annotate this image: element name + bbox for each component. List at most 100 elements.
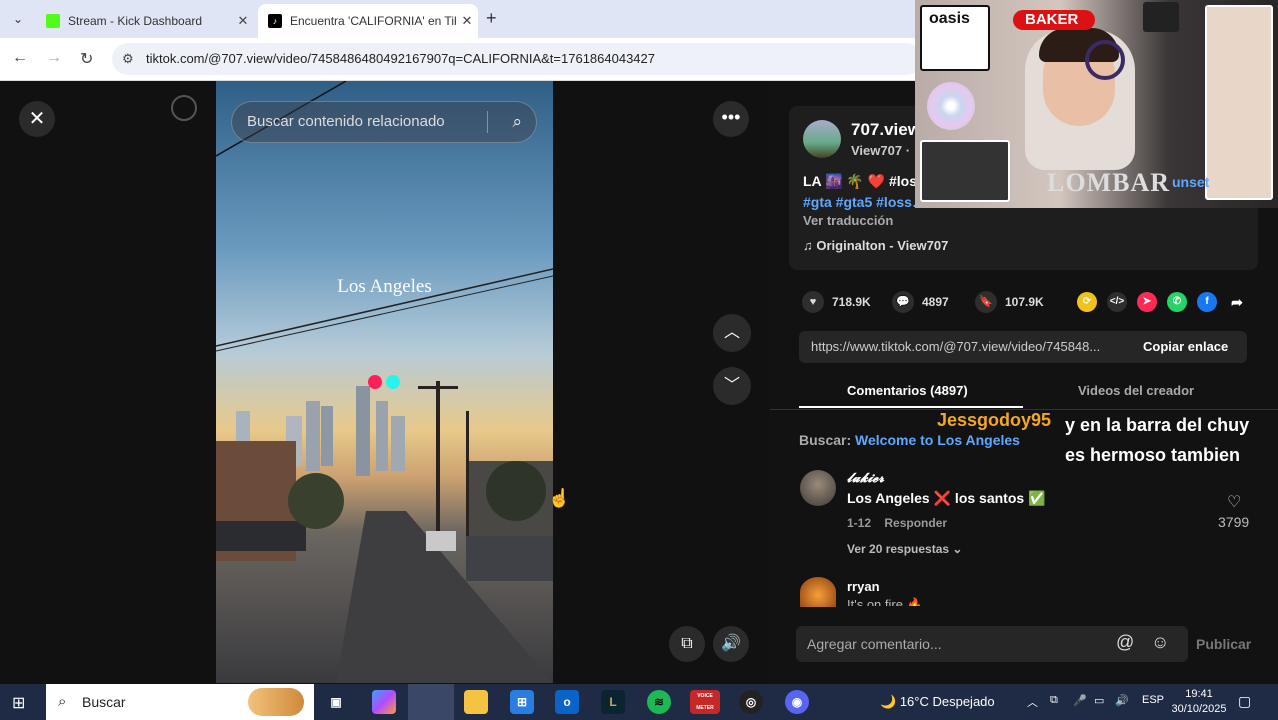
music-link[interactable]: ♫ Originalton - View707 xyxy=(803,238,948,253)
stream-chat-username: Jessgodoy95 xyxy=(937,410,1052,430)
view-replies-button[interactable]: Ver 20 respuestas ⌄ xyxy=(847,542,962,556)
weather-widget[interactable]: 🌙 16°C Despejado xyxy=(880,694,995,710)
comment-stat[interactable]: 💬 4897 xyxy=(892,291,949,313)
network-icon[interactable]: ▭ xyxy=(1094,694,1104,707)
partial-hashtag-text: unset xyxy=(1172,174,1210,190)
save-stat[interactable]: 🔖 107.9K xyxy=(975,291,1044,313)
spotify-icon[interactable]: ≋ xyxy=(647,690,671,714)
photo-sticker xyxy=(920,140,1010,202)
reply-button[interactable]: Responder xyxy=(884,516,947,530)
oasis-sticker-text: oasis xyxy=(929,10,970,27)
search-suggestion-query[interactable]: Welcome to Los Angeles xyxy=(855,432,1020,448)
tab-tiktok[interactable]: ♪ Encuentra 'CALIFORNIA' en TikT ✕ xyxy=(258,4,478,38)
search-highlight-icon xyxy=(248,688,304,716)
commenter-avatar[interactable] xyxy=(800,577,836,607)
tab-title: Encuentra 'CALIFORNIA' en TikT xyxy=(290,14,456,28)
bookmark-icon[interactable]: 🔖 xyxy=(975,291,997,313)
creator-username[interactable]: 707.view xyxy=(851,120,921,140)
small-sticker xyxy=(1143,2,1179,32)
search-icon[interactable]: ⌕ xyxy=(512,102,522,142)
notification-icon[interactable]: ▢ xyxy=(1238,693,1251,710)
like-count: 718.9K xyxy=(832,295,871,309)
comment-count: 4897 xyxy=(922,295,949,309)
comment-text: Los Angeles ❌ los santos ✅ xyxy=(847,490,1046,506)
task-view-icon[interactable]: ▣ xyxy=(324,690,348,714)
loading-spinner-icon xyxy=(171,95,197,121)
more-options-button[interactable]: ••• xyxy=(713,101,749,137)
close-video-button[interactable]: ✕ xyxy=(19,101,55,137)
url-text: tiktok.com/@707.view/video/7458486480492… xyxy=(146,51,655,66)
forward-icon[interactable]: → xyxy=(46,49,62,67)
discord-icon[interactable]: ◉ xyxy=(785,690,809,714)
floating-player-button[interactable]: ⧉ xyxy=(669,626,705,662)
search-suggestion-label: Buscar: xyxy=(799,432,852,448)
send-icon[interactable]: ➤ xyxy=(1137,292,1157,312)
url-field[interactable]: ⚙ tiktok.com/@707.view/video/74584864804… xyxy=(112,43,922,75)
copy-link-button[interactable]: Copiar enlace xyxy=(1143,331,1228,363)
outlook-icon[interactable]: o xyxy=(555,690,579,714)
windows-start-icon[interactable]: ⊞ xyxy=(12,693,25,713)
back-icon[interactable]: ← xyxy=(12,49,28,67)
language-indicator[interactable]: ESP xyxy=(1142,694,1164,706)
close-tab-icon[interactable]: ✕ xyxy=(232,13,254,29)
active-tab-indicator xyxy=(799,406,1023,408)
emoji-icon[interactable]: ☺ xyxy=(1151,632,1169,653)
tab-creator-videos[interactable]: Videos del creador xyxy=(1078,383,1194,398)
comment-heart-icon[interactable]: ♡ xyxy=(1227,492,1241,512)
publish-button[interactable]: Publicar xyxy=(1196,636,1251,652)
weather-icon: 🌙 xyxy=(880,694,897,709)
lombar-sticker-text: LOMBAR xyxy=(1047,168,1170,197)
related-search-input[interactable]: Buscar contenido relacionado ⌕ xyxy=(231,101,537,143)
tray-app-icon[interactable]: ⧉ xyxy=(1050,694,1058,707)
creator-display-name: View707 · xyxy=(851,143,910,158)
taskbar-search[interactable]: ⌕ Buscar xyxy=(46,684,314,720)
commenter-avatar[interactable] xyxy=(800,470,836,506)
embed-icon[interactable]: </> xyxy=(1107,292,1127,312)
heart-icon[interactable]: ♥ xyxy=(802,291,824,313)
commenter-name[interactable]: rryan xyxy=(847,579,880,594)
mention-icon[interactable]: @ xyxy=(1116,632,1134,653)
commenter-name[interactable]: 𝓵𝓾𝓴𝓲𝓮𝓻 xyxy=(847,470,884,486)
repost-icon[interactable]: ⟳ xyxy=(1077,292,1097,312)
voicemeeter-icon[interactable]: VOICE METER xyxy=(690,690,720,714)
volume-tray-icon[interactable]: 🔊 xyxy=(1115,694,1129,707)
copilot-icon[interactable] xyxy=(372,690,396,714)
tab-kick-dashboard[interactable]: Stream - Kick Dashboard ✕ xyxy=(36,4,254,38)
loading-dots xyxy=(368,375,400,394)
file-explorer-icon[interactable] xyxy=(464,690,488,714)
tray-chevron-icon[interactable]: ︿ xyxy=(1027,694,1038,710)
creator-avatar[interactable] xyxy=(803,120,841,158)
next-video-button[interactable]: ﹀ xyxy=(713,367,751,405)
close-tab-icon[interactable]: ✕ xyxy=(456,13,478,29)
volume-button[interactable]: 🔊 xyxy=(713,626,749,662)
whatsapp-icon[interactable]: ✆ xyxy=(1167,292,1187,312)
comment-icon[interactable]: 💬 xyxy=(892,291,914,313)
previous-video-button[interactable]: ︿ xyxy=(713,314,751,352)
translate-link[interactable]: Ver traducción xyxy=(803,213,893,228)
like-stat[interactable]: ♥ 718.9K xyxy=(802,291,871,313)
league-icon[interactable]: L xyxy=(601,690,625,714)
tab-title: Stream - Kick Dashboard xyxy=(68,14,203,28)
post-description-line1: LA 🌆 🌴 ❤️ #los xyxy=(803,173,918,189)
facebook-icon[interactable]: f xyxy=(1197,292,1217,312)
reload-icon[interactable]: ↻ xyxy=(80,49,93,69)
creator-display-name-text: View707 xyxy=(851,143,903,158)
store-icon[interactable]: ⊞ xyxy=(510,690,534,714)
site-settings-icon[interactable]: ⚙ xyxy=(122,43,134,75)
comment-meta: 1-12 Responder xyxy=(847,516,947,530)
active-app-highlight xyxy=(408,684,454,720)
taskbar-search-text: Buscar xyxy=(82,694,126,710)
microphone-icon[interactable]: 🎤 xyxy=(1073,694,1087,707)
taskbar-clock[interactable]: 19:41 30/10/2025 xyxy=(1168,687,1230,717)
tab-search-menu-icon[interactable]: ⌄ xyxy=(8,9,28,29)
tab-comments[interactable]: Comentarios (4897) xyxy=(847,383,968,398)
windows-taskbar: ⊞ ⌕ Buscar ▣ ⊞ o L ≋ VOICE METER ◎ ◉ 🌙 1… xyxy=(0,684,1278,720)
creator-meta-separator: · xyxy=(905,143,911,158)
kick-favicon-icon xyxy=(46,14,60,28)
new-tab-icon[interactable]: + xyxy=(486,8,497,29)
obs-icon[interactable]: ◎ xyxy=(739,690,763,714)
save-count: 107.9K xyxy=(1005,295,1044,309)
search-suggestion[interactable]: Buscar: Welcome to Los Angeles xyxy=(799,432,1020,448)
share-arrow-icon[interactable]: ➦ xyxy=(1227,292,1247,312)
search-icon: ⌕ xyxy=(58,693,67,710)
